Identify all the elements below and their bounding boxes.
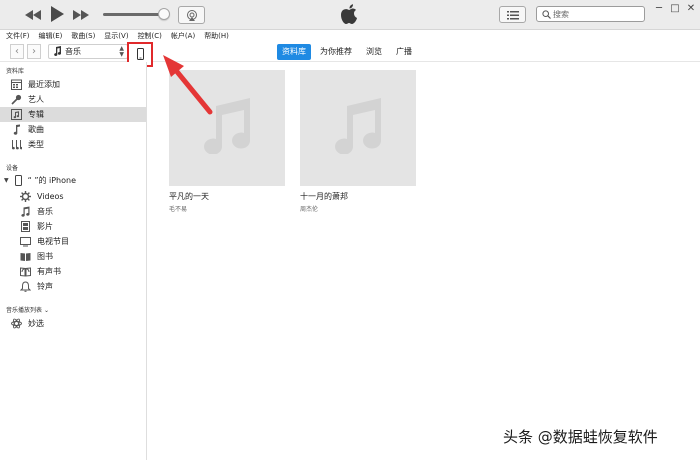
bell-icon [19, 281, 31, 293]
sidebar-item-label: 铃声 [37, 282, 53, 291]
volume-knob[interactable] [158, 8, 170, 20]
sidebar-item-books[interactable]: 图书 [0, 249, 146, 264]
airplay-button[interactable] [178, 6, 205, 24]
select-arrows-icon: ▲ ▼ [119, 45, 124, 58]
back-button[interactable]: ‹ [10, 44, 24, 59]
menu-bar: 文件(F) 编辑(E) 歌曲(S) 显示(V) 控制(C) 帐户(A) 帮助(H… [0, 30, 700, 42]
playlists-section-title[interactable]: 音乐播放列表 ⌄ [6, 305, 49, 314]
menu-view[interactable]: 显示(V) [104, 30, 128, 42]
volume-slider[interactable] [103, 13, 165, 16]
menu-account[interactable]: 帐户(A) [171, 30, 195, 42]
music-note-icon [333, 98, 383, 158]
tv-icon [19, 236, 31, 248]
media-type-select[interactable]: 音乐 ▲ ▼ [48, 44, 128, 59]
sidebar-item-label: 图书 [37, 252, 53, 261]
album-icon [10, 109, 22, 121]
tab-browse[interactable]: 浏览 [361, 44, 387, 60]
navigation-bar: ‹ › 音乐 ▲ ▼ 资料库 为你推荐 浏览 广播 [0, 42, 700, 67]
album-artist[interactable]: 周杰伦 [300, 204, 416, 213]
genius-icon [10, 318, 22, 330]
chevron-down-icon[interactable]: ⌄ [44, 307, 49, 314]
album-card[interactable]: 平凡的一天 毛不易 [169, 70, 285, 213]
search-icon [539, 7, 553, 21]
devices-section-title: 设备 [6, 165, 19, 172]
forward-button[interactable]: › [27, 44, 41, 59]
sidebar-device-iphone[interactable]: ▼ “ ”的 iPhone [0, 173, 146, 188]
sidebar-item-videos[interactable]: Videos [0, 189, 146, 204]
album-artwork[interactable] [169, 70, 285, 186]
sidebar-item-recently-added[interactable]: 最近添加 [0, 77, 146, 92]
library-section-title: 资料库 [6, 68, 25, 75]
tab-for-you[interactable]: 为你推荐 [315, 44, 357, 60]
iphone-icon [13, 175, 25, 187]
album-card[interactable]: 十一月的萧邦 周杰伦 [300, 70, 416, 213]
sidebar-item-label: 专辑 [28, 110, 44, 119]
library-tabs: 资料库 为你推荐 浏览 广播 [277, 44, 417, 60]
menu-help[interactable]: 帮助(H) [204, 30, 229, 42]
gear-icon [19, 191, 31, 203]
microphone-icon [10, 94, 22, 106]
list-icon [506, 5, 519, 24]
sidebar-item-label: Videos [37, 192, 64, 201]
album-artwork[interactable] [300, 70, 416, 186]
film-icon [19, 221, 31, 233]
close-button[interactable]: ✕ [684, 2, 698, 14]
sidebar-item-ringtones[interactable]: 铃声 [0, 279, 146, 294]
menu-edit[interactable]: 编辑(E) [39, 30, 63, 42]
tab-library[interactable]: 资料库 [277, 44, 311, 60]
menu-controls[interactable]: 控制(C) [138, 30, 162, 42]
sidebar-item-label: 影片 [37, 222, 53, 231]
music-note-icon [19, 206, 31, 218]
disclosure-triangle-icon[interactable]: ▼ [4, 177, 9, 184]
minimize-button[interactable]: ─ [652, 2, 666, 14]
sidebar-item-movies[interactable]: 影片 [0, 219, 146, 234]
fast-forward-icon[interactable] [72, 7, 90, 23]
music-note-icon [202, 98, 252, 158]
apple-logo-icon [340, 4, 358, 25]
airplay-icon [186, 6, 198, 25]
sidebar-item-label: 歌曲 [28, 125, 44, 134]
sidebar-item-genres[interactable]: 类型 [0, 137, 146, 152]
music-note-icon [10, 124, 22, 136]
device-name: “ ”的 iPhone [27, 176, 77, 185]
sidebar-item-label: 音乐 [37, 207, 53, 216]
sidebar-item-label: 妙选 [28, 319, 44, 328]
music-note-icon [53, 45, 62, 58]
sidebar-item-genius[interactable]: 妙选 [0, 316, 146, 331]
sidebar-item-label: 电视节目 [37, 237, 69, 246]
sidebar-item-label: 有声书 [37, 267, 61, 276]
maximize-button[interactable]: □ [668, 2, 682, 14]
watermark: 头条 @数据蛙恢复软件 [503, 428, 658, 446]
audiobook-icon [19, 266, 31, 278]
play-icon[interactable] [48, 5, 66, 23]
sidebar-item-device-music[interactable]: 音乐 [0, 204, 146, 219]
book-icon [19, 251, 31, 263]
album-artist[interactable]: 毛不易 [169, 204, 285, 213]
tab-radio[interactable]: 广播 [391, 44, 417, 60]
album-title[interactable]: 十一月的萧邦 [300, 191, 416, 202]
sidebar-item-artists[interactable]: 艺人 [0, 92, 146, 107]
sidebar-item-label: 艺人 [28, 95, 44, 104]
sidebar: 资料库 最近添加 艺人 专辑 歌曲 类型 设备 ▼ “ ”的 iPhone Vi… [0, 62, 147, 460]
calendar-icon [10, 79, 22, 91]
sidebar-item-label: 最近添加 [28, 80, 60, 89]
sidebar-item-songs[interactable]: 歌曲 [0, 122, 146, 137]
menu-song[interactable]: 歌曲(S) [71, 30, 95, 42]
sidebar-item-albums[interactable]: 专辑 [0, 107, 146, 122]
sidebar-item-label: 类型 [28, 140, 44, 149]
search-field[interactable] [536, 6, 645, 22]
rewind-icon[interactable] [24, 7, 42, 23]
player-toolbar: ─ □ ✕ [0, 0, 700, 30]
album-title[interactable]: 平凡的一天 [169, 191, 285, 202]
sidebar-item-audiobooks[interactable]: 有声书 [0, 264, 146, 279]
search-input[interactable] [553, 9, 641, 19]
genre-icon [10, 139, 22, 151]
list-view-button[interactable] [499, 6, 526, 23]
menu-file[interactable]: 文件(F) [6, 30, 30, 42]
sidebar-item-tv-shows[interactable]: 电视节目 [0, 234, 146, 249]
media-type-label: 音乐 [65, 47, 81, 56]
